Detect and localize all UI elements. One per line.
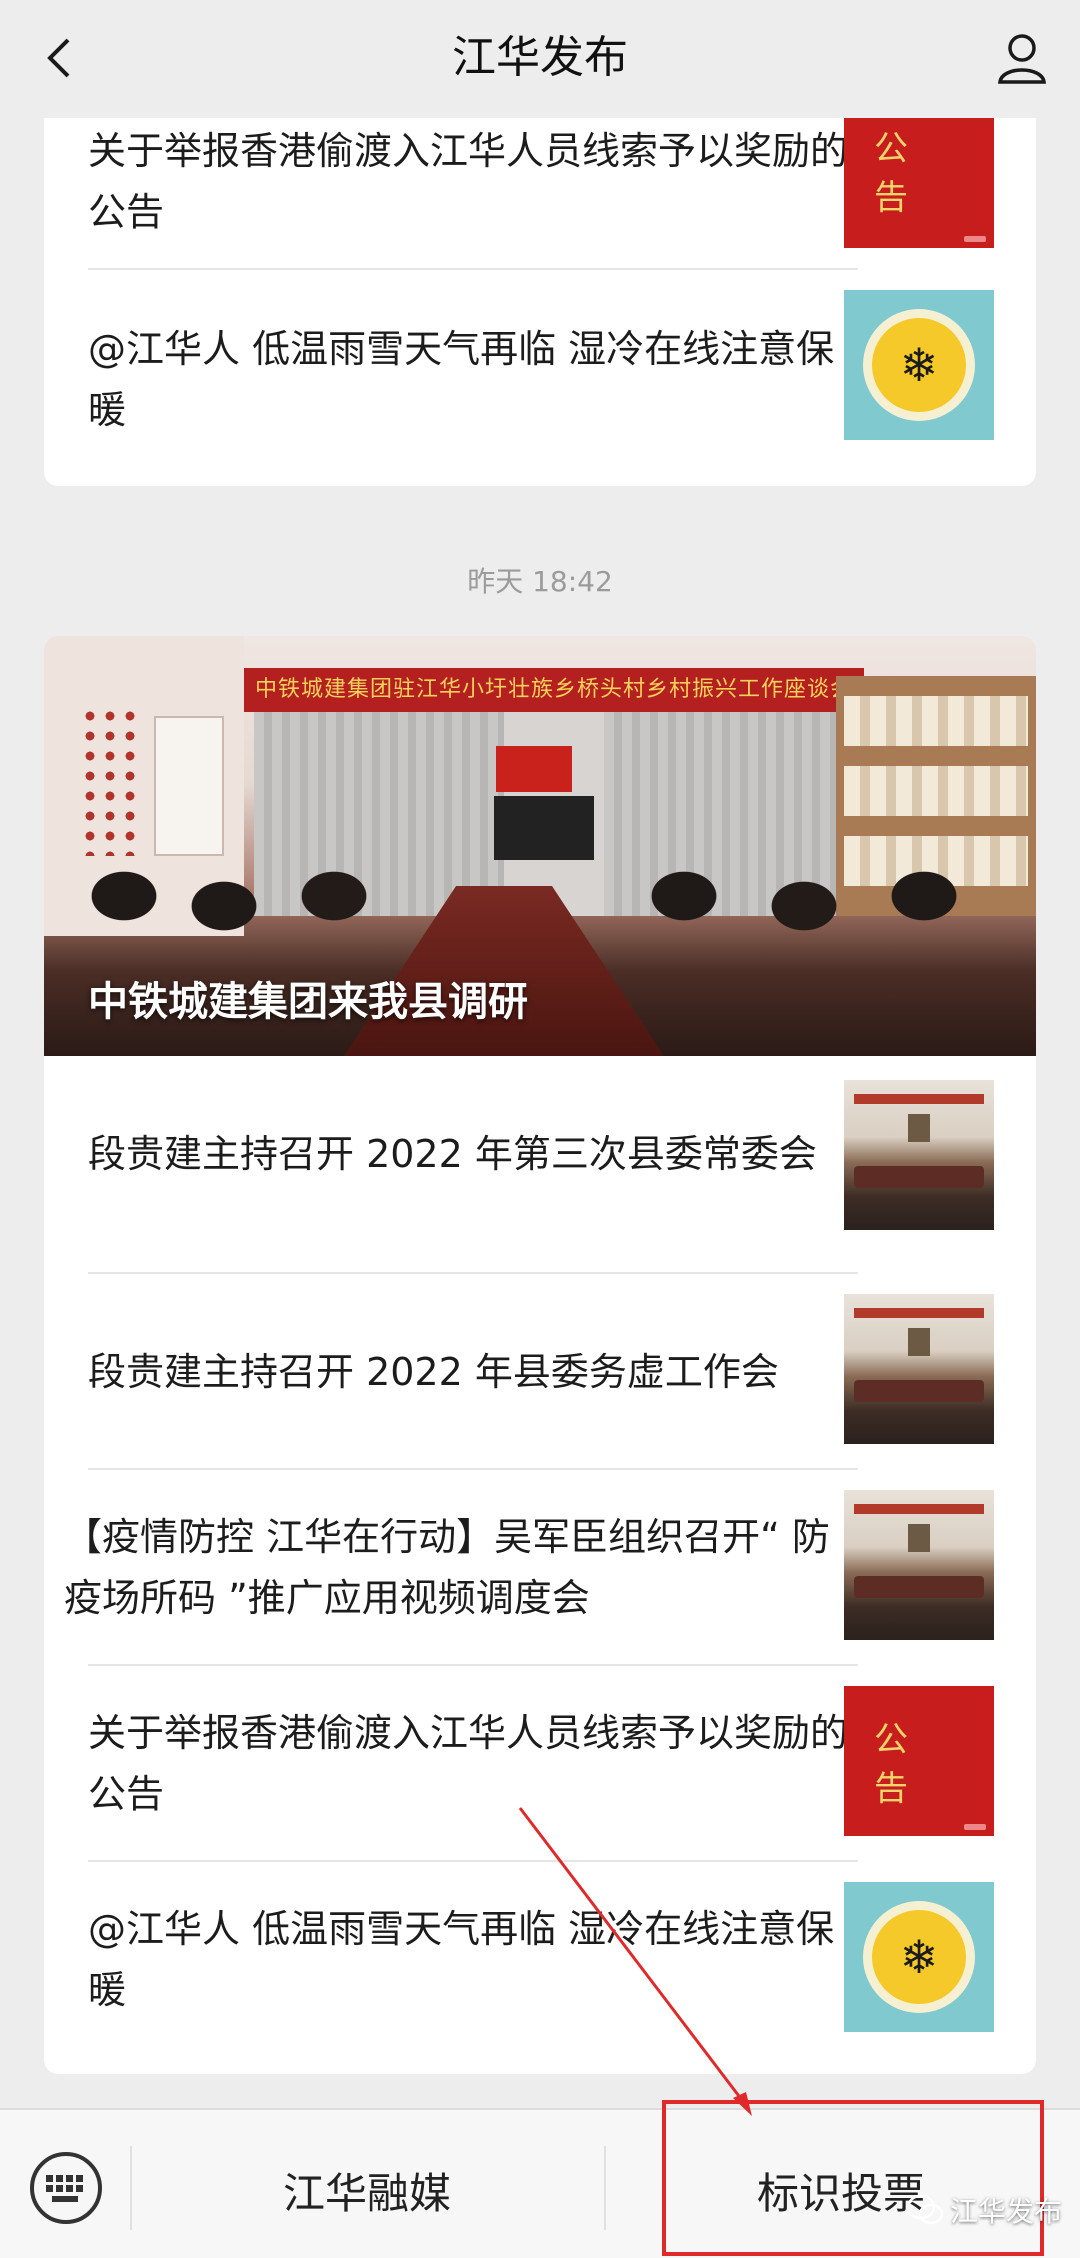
list-item[interactable]: 关于举报香港偷渡入江华人员线索予以奖励的公告 公告 [44,100,1036,290]
snowflake-icon: ❄ [872,1910,966,2004]
article-title: @江华人 低温雨雪天气再临 湿冷在线注意保暖 [88,1907,835,2012]
list-item[interactable]: @江华人 低温雨雪天气再临 湿冷在线注意保暖 ❄ [44,1862,1036,2058]
notice-thumbnail: 公告 [844,1686,994,1836]
article-card-previous: 关于举报香港偷渡入江华人员线索予以奖励的公告 公告 @江华人 低温雨雪天气再临 … [44,100,1036,486]
hero-banner: 中铁城建集团驻江华小圩壮族乡桥头村乡村振兴工作座谈会 [244,668,864,712]
notice-thumb-text: 公告 [874,1720,938,1809]
article-title: 段贵建主持召开 2022 年县委务虚工作会 [88,1349,779,1394]
article-title: 关于举报香港偷渡入江华人员线索予以奖励的公告 [88,129,849,234]
divider [88,268,858,270]
list-item[interactable]: 【疫情防控 江华在行动】吴军臣组织召开“ 防疫场所码 ”推广应用视频调度会 [44,1470,1036,1666]
snowflake-thumbnail: ❄ [844,1882,994,2032]
list-item[interactable]: 关于举报香港偷渡入江华人员线索予以奖励的公告 公告 [44,1666,1036,1862]
meeting-thumbnail [844,1294,994,1444]
article-title: 关于举报香港偷渡入江华人员线索予以奖励的公告 [88,1711,849,1816]
watermark: 江华发布 [906,2190,1062,2230]
page-title: 江华发布 [452,32,628,83]
watermark-text: 江华发布 [949,2195,1062,2228]
snowflake-icon: ❄ [872,318,966,412]
snowflake-thumbnail: ❄ [844,290,994,440]
hero-caption: 中铁城建集团来我县调研 [88,979,528,1025]
wechat-icon [906,2194,944,2225]
list-item[interactable]: 段贵建主持召开 2022 年县委务虚工作会 [44,1274,1036,1470]
notice-thumbnail: 公告 [844,100,994,248]
article-title: 段贵建主持召开 2022 年第三次县委常委会 [88,1131,817,1176]
article-card-latest: 中铁城建集团驻江华小圩壮族乡桥头村乡村振兴工作座谈会 中铁城建集团来我县调研 段… [44,636,1036,2074]
hero-article[interactable]: 中铁城建集团驻江华小圩壮族乡桥头村乡村振兴工作座谈会 中铁城建集团来我县调研 [44,636,1036,1056]
article-title: 【疫情防控 江华在行动】吴军臣组织召开“ 防疫场所码 ”推广应用视频调度会 [64,1515,830,1620]
list-item[interactable]: 段贵建主持召开 2022 年第三次县委常委会 [44,1056,1036,1252]
highlight-box [662,2100,1044,2256]
article-title: @江华人 低温雨雪天气再临 湿冷在线注意保暖 [88,327,835,432]
person-icon [998,34,1046,84]
profile-button[interactable] [990,26,1054,90]
wall-decoration [80,706,140,856]
message-timestamp: 昨天 18:42 [467,565,613,598]
menu-jianghua-media[interactable]: 江华融媒 [132,2150,602,2230]
mini-logo-icon [964,236,986,242]
meeting-thumbnail [844,1080,994,1230]
keyboard-icon [46,2175,83,2202]
top-nav-bar: 江华发布 [0,0,1080,118]
meeting-thumbnail [844,1490,994,1640]
wall-board [154,716,224,856]
mini-logo-icon [964,1824,986,1830]
notice-thumb-text: 公告 [874,129,938,218]
keyboard-toggle-button[interactable] [30,2152,102,2224]
list-item[interactable]: @江华人 低温雨雪天气再临 湿冷在线注意保暖 ❄ [44,290,1036,486]
party-flag [496,746,572,792]
tv-screen [494,796,594,860]
